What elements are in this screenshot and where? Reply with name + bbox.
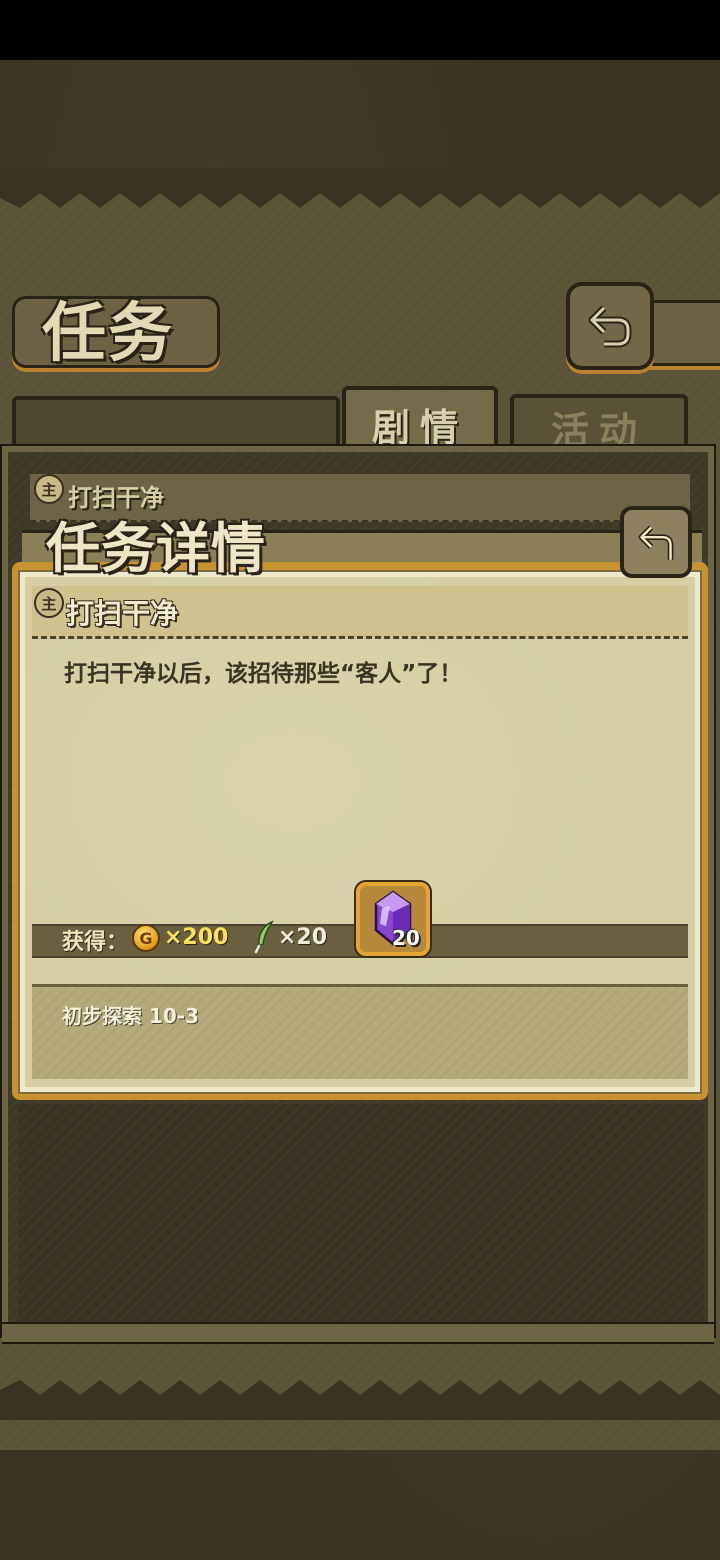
dialog-description: 打扫干净以后，该招待那些“客人”了！	[64, 661, 463, 687]
main-quest-badge: 主	[34, 588, 64, 618]
coin-reward-amount: ×200	[164, 925, 229, 950]
dialog-requirement-band	[32, 984, 688, 1079]
back-button[interactable]	[566, 282, 654, 370]
main-quest-badge: 主	[34, 474, 64, 504]
dialog-requirement: 初步探索 10-3	[62, 1004, 200, 1028]
quest-list-empty-area	[18, 1104, 704, 1322]
back-arrow-icon	[638, 525, 674, 560]
gold-coin-icon: G	[132, 924, 160, 952]
dialog-title: 任务详情	[46, 516, 266, 580]
feather-reward-amount: ×20	[278, 925, 328, 950]
zigzag-border-top	[0, 168, 720, 208]
page-title: 任务	[42, 296, 174, 371]
gem-reward-count: 20	[392, 926, 420, 950]
status-bar	[0, 0, 720, 60]
zigzag-border-bottom	[0, 1380, 720, 1420]
dialog-quest-name: 打扫干净	[66, 597, 179, 630]
panel-bottom-border	[2, 1322, 714, 1344]
feather-icon	[254, 920, 274, 954]
back-arrow-icon	[588, 305, 632, 348]
reward-label: 获得：	[62, 930, 129, 955]
back-button-plate	[646, 300, 720, 366]
dialog-close-button[interactable]	[620, 506, 692, 578]
